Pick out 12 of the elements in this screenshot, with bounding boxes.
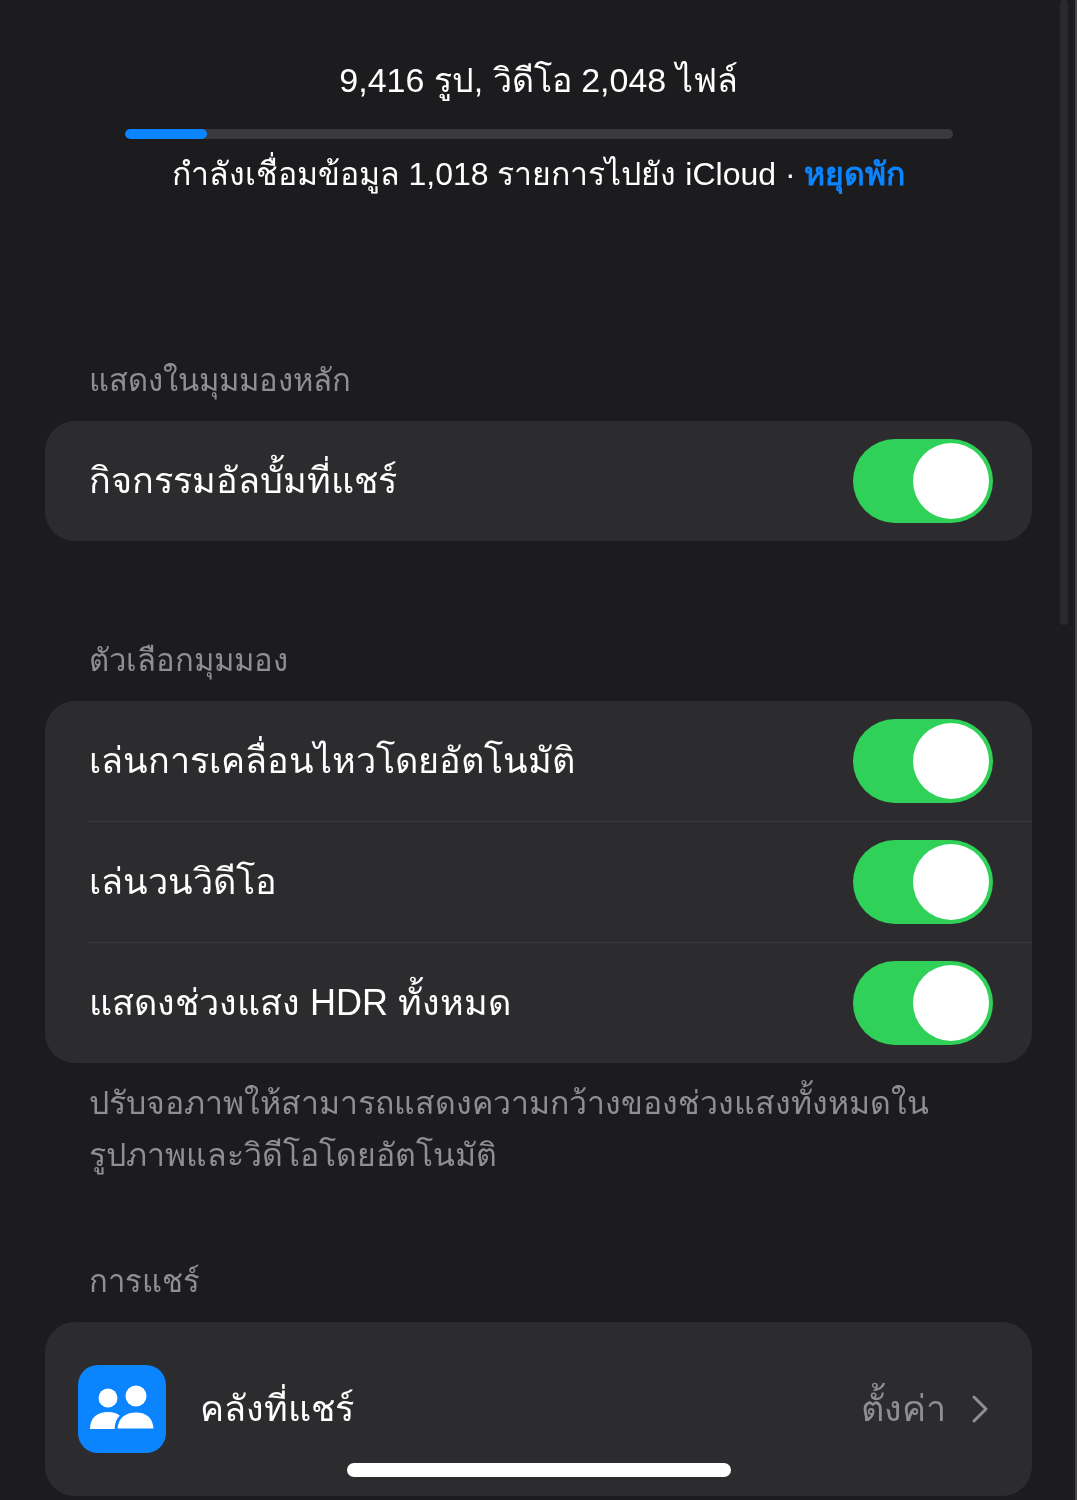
row-label: คลังที่แชร์ xyxy=(200,1385,354,1433)
row-label: เล่นวนวิดีโอ xyxy=(89,860,277,904)
people-icon xyxy=(78,1365,166,1453)
row-label: เล่นการเคลื่อนไหวโดยอัตโนมัติ xyxy=(89,737,575,785)
section-footer: ปรับจอภาพให้สามารถแสดงความกว้างของช่วงแสงทั้งหมดในรูปภาพและวิดีโอโดยอัตโนมัติ xyxy=(89,1077,987,1181)
section-header: แสดงในมุมมองหลัก xyxy=(89,362,351,401)
pause-link[interactable]: หยุดพัก xyxy=(804,156,906,192)
sync-status: กำลังเชื่อมข้อมูล 1,018 รายการไปยัง iCloud · หยุดพัก xyxy=(171,154,906,194)
chevron-icon xyxy=(972,1395,988,1423)
section-header: ตัวเลือกมุมมอง xyxy=(89,642,288,681)
sync-summary: 9,416 รูป, วิดีโอ 2,048 ไฟล์ xyxy=(339,60,738,100)
section-header: การแชร์ xyxy=(89,1263,200,1301)
